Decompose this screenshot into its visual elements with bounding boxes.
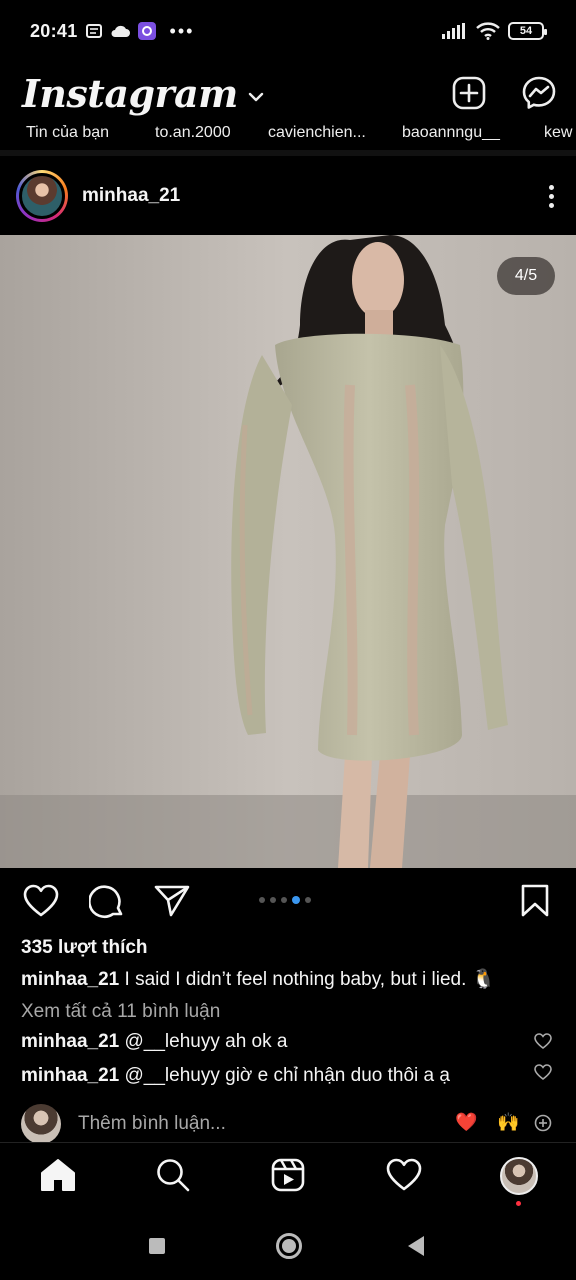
- instagram-logo[interactable]: Instagram: [22, 71, 238, 116]
- carousel-dot: [305, 897, 311, 903]
- raised-hands-emoji-button[interactable]: 🙌: [497, 1112, 519, 1133]
- caption-text: I said I didn’t feel nothing baby, but i…: [124, 969, 496, 990]
- story-label[interactable]: baoannngu__: [402, 124, 500, 142]
- heart-icon[interactable]: [23, 884, 59, 918]
- carousel-dot: [270, 897, 276, 903]
- comment-row: minhaa_21 @__lehuyy ah ok a: [21, 1031, 287, 1053]
- carousel-dot: [281, 897, 287, 903]
- back-button[interactable]: [408, 1236, 424, 1256]
- activity-heart-icon[interactable]: [386, 1158, 422, 1192]
- share-icon[interactable]: [154, 884, 190, 918]
- bookmark-icon[interactable]: [520, 884, 550, 918]
- message-notification-icon: [85, 24, 102, 38]
- clock: 20:41: [30, 20, 78, 41]
- wifi-icon: [476, 22, 500, 40]
- story-label[interactable]: Tin của bạn: [26, 124, 109, 142]
- recents-button[interactable]: [149, 1238, 165, 1254]
- chevron-down-icon[interactable]: [248, 92, 264, 102]
- view-all-comments-link[interactable]: Xem tất cả 11 bình luận: [21, 1001, 220, 1023]
- add-comment-input[interactable]: Thêm bình luận...: [78, 1113, 226, 1135]
- divider: [0, 150, 576, 156]
- post-header: minhaa_21: [0, 160, 576, 232]
- story-label[interactable]: cavienchien...: [268, 124, 366, 142]
- carousel-indicator: [259, 896, 311, 904]
- comment-row: minhaa_21 @__lehuyy giờ e chỉ nhận duo t…: [21, 1065, 450, 1087]
- reels-icon[interactable]: [271, 1158, 305, 1192]
- story-label[interactable]: to.an.2000: [155, 124, 231, 142]
- home-icon[interactable]: [40, 1158, 76, 1192]
- notification-dot: [516, 1201, 521, 1206]
- battery-indicator: 54: [508, 22, 547, 40]
- post-photo[interactable]: [0, 235, 576, 868]
- add-comment-bar: Thêm bình luận... ❤️ 🙌: [0, 1102, 576, 1144]
- caption: minhaa_21 I said I didn’t feel nothing b…: [21, 967, 561, 991]
- system-navigation: [0, 1208, 576, 1280]
- comment-icon[interactable]: [89, 884, 125, 920]
- carousel-dot: [292, 896, 300, 904]
- post-username[interactable]: minhaa_21: [82, 185, 180, 207]
- bottom-navigation: [0, 1142, 576, 1208]
- avatar[interactable]: [16, 170, 68, 222]
- heart-emoji-button[interactable]: ❤️: [455, 1112, 477, 1133]
- carousel-counter: 4/5: [497, 257, 555, 295]
- home-button[interactable]: [276, 1233, 302, 1259]
- current-user-avatar: [21, 1104, 61, 1144]
- search-icon[interactable]: [156, 1158, 190, 1192]
- comment-text: @__lehuyy ah ok a: [124, 1031, 288, 1052]
- cloud-icon: [111, 25, 130, 37]
- app-notification-icon: [137, 22, 156, 40]
- more-notifications-icon: •••: [169, 20, 195, 41]
- caption-username[interactable]: minhaa_21: [21, 969, 119, 990]
- avatar-image: [19, 173, 65, 219]
- story-label[interactable]: kew: [544, 124, 572, 142]
- comment-like-heart-icon[interactable]: [534, 1064, 552, 1080]
- more-options-icon[interactable]: [549, 184, 554, 208]
- app-header: Instagram: [0, 62, 576, 124]
- likes-count[interactable]: 335 lượt thích: [21, 937, 148, 959]
- comment-like-heart-icon[interactable]: [534, 1033, 552, 1049]
- messenger-icon[interactable]: [522, 76, 556, 110]
- profile-avatar[interactable]: [500, 1157, 538, 1195]
- stories-strip: Tin của bạn to.an.2000 cavienchien... ba…: [0, 124, 576, 150]
- comment-username[interactable]: minhaa_21: [21, 1031, 119, 1052]
- new-post-icon[interactable]: [452, 76, 486, 110]
- status-bar: 20:41 ••• 54: [0, 0, 576, 62]
- photo-illustration: [0, 235, 576, 868]
- comment-username[interactable]: minhaa_21: [21, 1065, 119, 1086]
- carousel-dot: [259, 897, 265, 903]
- signal-icon: [442, 23, 465, 39]
- add-emoji-icon[interactable]: [534, 1114, 552, 1132]
- comment-text: @__lehuyy giờ e chỉ nhận duo thôi a ạ: [124, 1065, 450, 1086]
